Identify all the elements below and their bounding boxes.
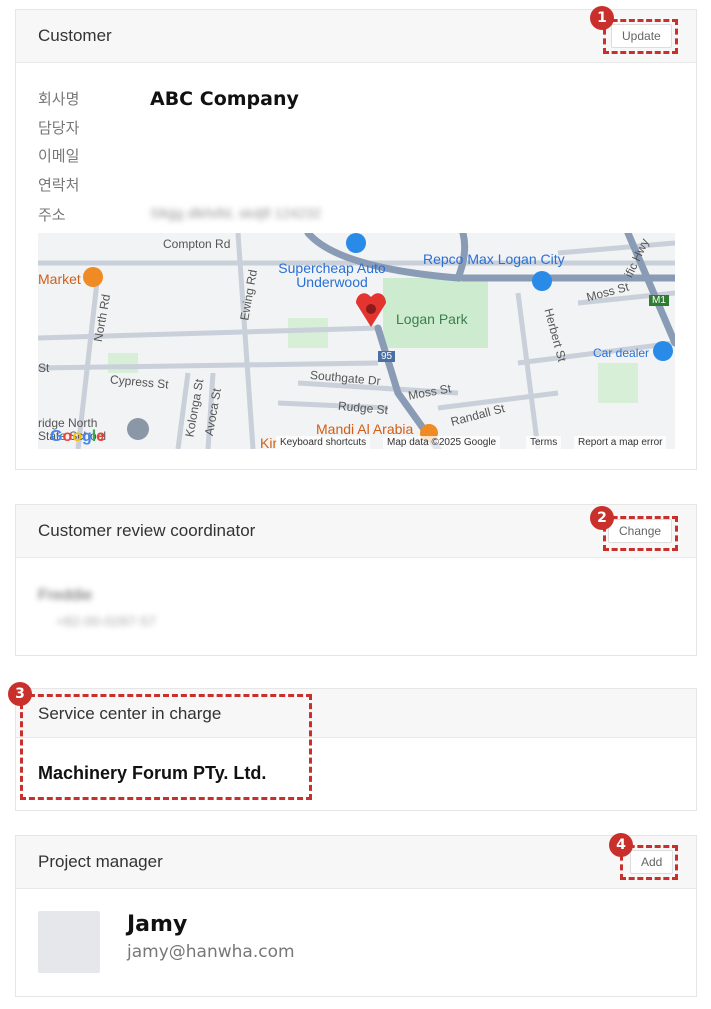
google-logo: Google xyxy=(50,428,106,445)
coordinator-name: Freddie xyxy=(38,587,93,604)
annotation-marker-3: 3 xyxy=(8,682,32,706)
map-label-market: Market xyxy=(38,271,81,287)
map-label-repco: Repco Max Logan City xyxy=(423,251,565,267)
project-manager-card: Project manager Add Jamy jamy@hanwha.com xyxy=(15,835,697,997)
map-label-compton: Compton Rd xyxy=(163,237,231,251)
map-label-logan-park: Logan Park xyxy=(396,311,468,327)
address-label: 주소 xyxy=(38,206,66,224)
contact-label: 연락처 xyxy=(38,176,80,194)
project-manager-card-title: Project manager xyxy=(38,852,163,871)
annotation-box-2 xyxy=(603,516,678,551)
project-manager-email: jamy@hanwha.com xyxy=(127,942,295,962)
map-keyboard-shortcuts[interactable]: Keyboard shortcuts xyxy=(276,436,371,449)
coordinator-phone: +82-00-0287-57 xyxy=(56,613,157,629)
annotation-box-1 xyxy=(603,19,678,54)
email-label: 이메일 xyxy=(38,147,80,165)
project-manager-name: Jamy xyxy=(127,912,188,937)
location-map[interactable]: Compton Rd Supercheap Auto Underwood Rep… xyxy=(38,233,675,449)
map-data-credit: Map data ©2025 Google xyxy=(383,436,501,449)
project-manager-card-header: Project manager Add xyxy=(16,836,696,889)
customer-card: Customer Update 회사명 ABC Company 담당자 이메일 … xyxy=(15,9,697,470)
map-label-95: 95 xyxy=(378,351,396,362)
annotation-marker-2: 2 xyxy=(590,506,614,530)
customer-card-title: Customer xyxy=(38,26,112,45)
annotation-box-3 xyxy=(20,694,312,800)
map-label-m1: M1 xyxy=(649,295,669,306)
annotation-marker-4: 4 xyxy=(609,833,633,857)
address-value: Slkjjg dlkfslfd, skdjfl 124232 xyxy=(150,205,322,221)
map-report-error-link[interactable]: Report a map error xyxy=(574,436,667,449)
map-terms-link[interactable]: Terms xyxy=(526,436,562,449)
manager-label: 담당자 xyxy=(38,119,80,137)
map-label-car-dealer: Car dealer xyxy=(593,346,650,360)
map-label-st: St xyxy=(38,361,50,375)
map-label-mandi: Mandi Al Arabia xyxy=(316,421,414,437)
coordinator-card-title: Customer review coordinator xyxy=(38,521,256,540)
company-name: ABC Company xyxy=(150,88,299,110)
annotation-marker-1: 1 xyxy=(590,6,614,30)
map-label-supercheap: Supercheap Auto Underwood xyxy=(278,260,386,290)
map-label-kir: Kir xyxy=(260,435,278,449)
company-label: 회사명 xyxy=(38,90,80,108)
avatar xyxy=(38,911,100,973)
